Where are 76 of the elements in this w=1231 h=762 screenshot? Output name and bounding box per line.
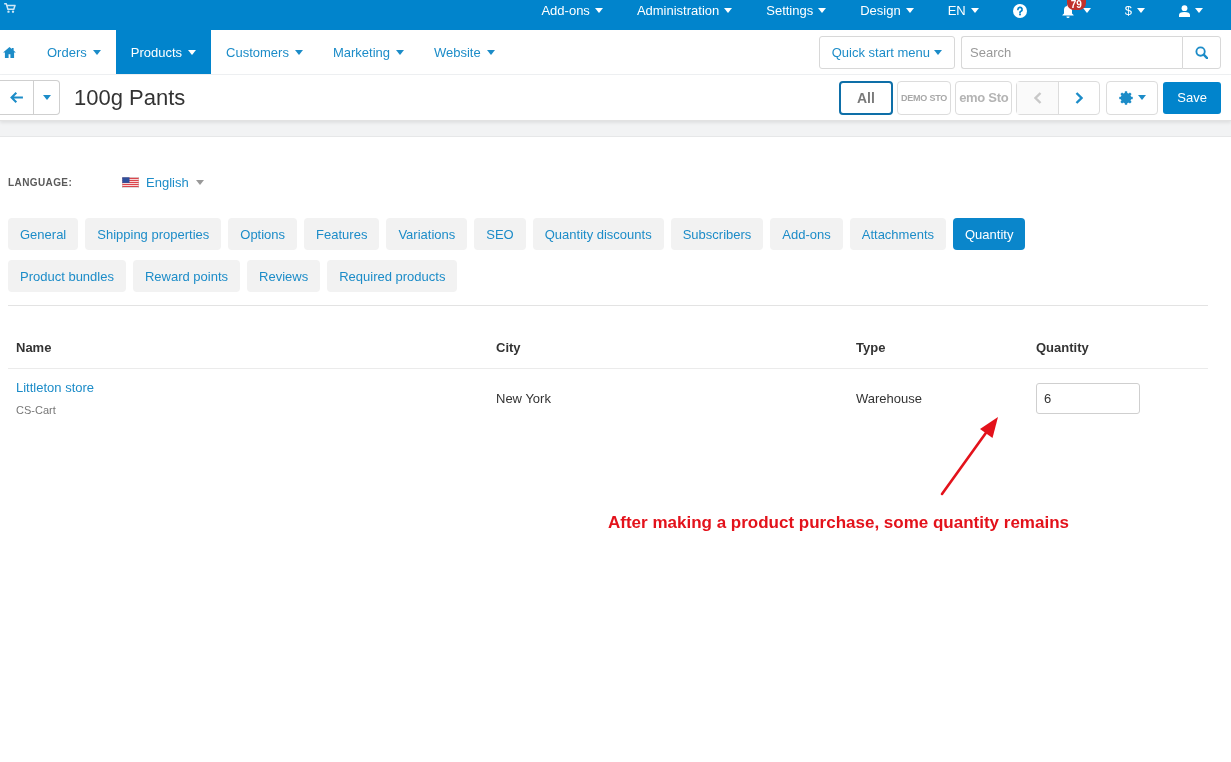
user-icon: [1179, 4, 1190, 17]
settings-dropdown-button[interactable]: [1106, 80, 1159, 115]
tab[interactable]: Subscribers: [670, 218, 764, 250]
store-link[interactable]: Littleton store: [16, 379, 95, 397]
caret-icon: [294, 49, 303, 55]
caret-icon: [934, 49, 942, 55]
nav-menu-item[interactable]: Customers: [211, 30, 318, 74]
caret-icon: [42, 95, 51, 100]
top-menu-item[interactable]: Add-ons: [524, 0, 620, 21]
caret-icon: [1137, 95, 1146, 100]
column-header: Name: [15, 339, 53, 355]
top-menu-item[interactable]: $: [1107, 0, 1162, 21]
tab[interactable]: Product bundles: [8, 260, 126, 292]
page-title: 100g Pants: [74, 84, 186, 111]
tab[interactable]: Quantity: [953, 218, 1026, 250]
chevron-right-icon: [1075, 91, 1084, 104]
top-menu-item[interactable]: EN: [930, 0, 996, 21]
gear-icon: [1118, 90, 1133, 105]
cart-icon: [4, 3, 16, 13]
tab[interactable]: Shipping properties: [85, 218, 222, 250]
caret-icon: [905, 8, 914, 13]
column-header: Type: [855, 339, 887, 355]
column-header: Quantity: [1035, 339, 1090, 355]
caret-icon: [724, 8, 733, 13]
tab[interactable]: Reward points: [132, 260, 241, 292]
caret-icon: [486, 49, 495, 55]
search-button[interactable]: [1182, 35, 1221, 69]
store-logo-button[interactable]: emo Sto: [955, 80, 1013, 115]
language-label: LANGUAGE:: [8, 176, 74, 188]
nav-menu-item[interactable]: Website: [419, 30, 510, 74]
quick-start-menu-button[interactable]: Quick start menu: [818, 35, 955, 69]
company-name: CS-Cart: [16, 403, 56, 417]
chevron-left-icon: [1033, 91, 1042, 104]
top-menu-item[interactable]: Administration: [619, 0, 750, 21]
search-field[interactable]: Search: [961, 35, 1182, 69]
caret-icon: [92, 49, 101, 55]
nav-menu-item[interactable]: Marketing: [317, 30, 419, 74]
notification-count: 79: [1066, 0, 1086, 10]
home-icon: [3, 46, 16, 58]
nav-menu-item[interactable]: Products: [115, 30, 212, 74]
top-menu-item[interactable]: Design: [843, 0, 931, 21]
language-selector[interactable]: English: [122, 174, 204, 190]
tab[interactable]: Features: [304, 218, 380, 250]
nav-menu-item[interactable]: Orders: [32, 30, 116, 74]
tab[interactable]: Variations: [386, 218, 468, 250]
caret-icon: [970, 8, 979, 13]
caret-icon: [396, 49, 404, 55]
table-cell-text: Warehouse: [855, 390, 923, 406]
tab[interactable]: Quantity discounts: [532, 218, 664, 250]
tab[interactable]: Options: [228, 218, 298, 250]
help-icon: [1012, 3, 1027, 18]
caret-icon: [195, 179, 204, 185]
table-cell-text: New York: [495, 390, 552, 406]
caret-icon: [818, 8, 827, 13]
left-arrow-icon: [10, 92, 23, 103]
column-header: City: [495, 339, 522, 355]
caret-icon: [594, 8, 603, 13]
us-flag-icon: [122, 176, 139, 188]
notifications-button[interactable]: 79: [1043, 0, 1108, 21]
tab[interactable]: Add-ons: [770, 218, 843, 250]
save-button[interactable]: Save: [1163, 81, 1221, 114]
caret-icon: [1195, 8, 1203, 13]
tab[interactable]: General: [8, 218, 79, 250]
tab[interactable]: Reviews: [247, 260, 321, 292]
caret-icon: [1137, 8, 1145, 13]
all-stores-button[interactable]: All: [838, 80, 893, 115]
annotation-text: After making a product purchase, some quantity remains: [608, 513, 1069, 533]
caret-icon: [188, 49, 197, 55]
quantity-input[interactable]: 6: [1036, 382, 1140, 414]
tab[interactable]: Required products: [327, 260, 458, 292]
tab[interactable]: SEO: [474, 218, 526, 250]
store-logo-button[interactable]: DEMO STO: [896, 80, 952, 115]
top-menu-item[interactable]: Settings: [749, 0, 844, 21]
tab[interactable]: Attachments: [849, 218, 946, 250]
search-icon: [1195, 45, 1208, 59]
caret-icon: [1082, 8, 1091, 13]
